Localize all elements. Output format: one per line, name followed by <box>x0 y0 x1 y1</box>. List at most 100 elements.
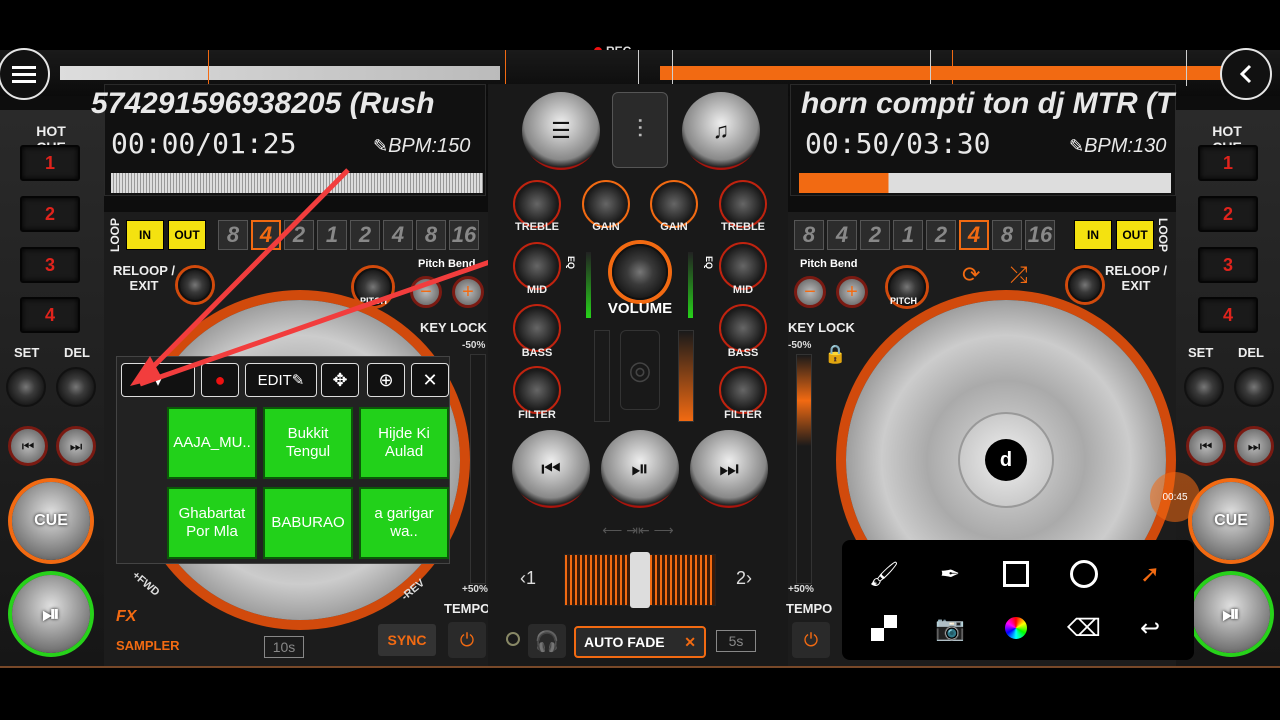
sync-button-left[interactable]: SYNC <box>378 624 436 656</box>
next-track-right[interactable]: ⏭ <box>690 430 768 508</box>
checker-icon[interactable] <box>866 610 902 646</box>
mid-knob-left[interactable] <box>513 242 561 290</box>
loop-size[interactable]: 2 <box>926 220 956 250</box>
filter-knob-left[interactable] <box>513 366 561 414</box>
dj-logo-icon: d <box>985 439 1027 481</box>
eraser-icon[interactable]: ⌫ <box>1066 610 1102 646</box>
hot-cue-4-left[interactable]: 4 <box>20 297 80 333</box>
loop-size[interactable]: 4 <box>827 220 857 250</box>
screen-recorder-bubble[interactable]: 00:45 <box>1150 472 1200 522</box>
key-lock-label-right: KEY LOCK <box>788 320 855 335</box>
channel-fader-left[interactable] <box>594 330 610 422</box>
prev-cue-right[interactable]: ⏮ <box>1186 426 1226 466</box>
highlighter-icon[interactable]: ✒ <box>932 556 968 592</box>
sync-loop-icon[interactable]: ⟳ <box>962 262 980 288</box>
waveform-left <box>60 66 500 80</box>
loop-size[interactable]: 16 <box>1025 220 1055 250</box>
del-label-right: DEL <box>1238 345 1264 360</box>
track-time-left: 00:00/01:25 <box>111 127 297 160</box>
crossfader-knob[interactable] <box>630 552 650 608</box>
loop-size[interactable]: 2 <box>860 220 890 250</box>
camera-icon[interactable]: 📷 <box>932 610 968 646</box>
del-knob-left[interactable] <box>56 367 96 407</box>
time-box-left[interactable]: 10s <box>264 636 304 658</box>
loop-in-right[interactable]: IN <box>1074 220 1112 250</box>
hot-cue-1-left[interactable]: 1 <box>20 145 80 181</box>
auto-fade-button[interactable]: AUTO FADE ✕ <box>574 626 706 658</box>
sampler-pad-4[interactable]: Ghabartat Por Mla <box>167 487 257 559</box>
loop-size[interactable]: 8 <box>794 220 824 250</box>
lock-icon[interactable]: 🔒 <box>824 344 846 365</box>
tempo-reset-right[interactable]: ⏻ <box>792 622 830 658</box>
cue-button-left[interactable]: CUE <box>12 482 90 560</box>
fade-time-box[interactable]: 5s <box>716 630 756 652</box>
library-button-left[interactable]: ☰ <box>522 92 600 170</box>
arrow-tool-icon[interactable]: ➚ <box>1132 556 1168 592</box>
sampler-pad-3[interactable]: Hijde Ki Aulad <box>359 407 449 479</box>
pitch-bend-minus-right[interactable]: − <box>794 276 826 308</box>
hot-cue-3-right[interactable]: 3 <box>1198 247 1258 283</box>
loop-size[interactable]: 4 <box>959 220 989 250</box>
back-button[interactable] <box>1220 48 1272 100</box>
sampler-label-left[interactable]: SAMPLER <box>116 638 180 653</box>
filter-knob-right[interactable] <box>719 366 767 414</box>
close-icon: ✕ <box>684 633 696 650</box>
set-knob-left[interactable] <box>6 367 46 407</box>
fx-label-left[interactable]: FX <box>116 608 136 626</box>
rectangle-icon[interactable] <box>998 556 1034 592</box>
hamburger-icon <box>12 66 36 83</box>
channel-fader-right[interactable] <box>678 330 694 422</box>
hot-cue-2-left[interactable]: 2 <box>20 196 80 232</box>
hot-cue-4-right[interactable]: 4 <box>1198 297 1258 333</box>
loop-size[interactable]: 1 <box>893 220 923 250</box>
skip-forward-icon: ⏭ <box>719 456 739 481</box>
menu-button[interactable] <box>0 48 50 100</box>
bass-knob-right[interactable] <box>719 304 767 352</box>
mini-waveform-right[interactable] <box>799 173 1171 193</box>
bass-label-left: BASS <box>521 347 553 359</box>
next-cue-left[interactable]: ⏭ <box>56 426 96 466</box>
prev-track-left[interactable]: ⏮ <box>512 430 590 508</box>
bpm-right[interactable]: ✎BPM:130 <box>1069 135 1166 158</box>
sampler-pad-6[interactable]: a garigar wa.. <box>359 487 449 559</box>
hot-cue-1-right[interactable]: 1 <box>1198 145 1258 181</box>
pitch-fader-right[interactable] <box>796 354 812 584</box>
circle-icon[interactable] <box>1066 556 1102 592</box>
brush-icon[interactable]: 🖌 <box>866 556 902 592</box>
pitch-bend-plus-right[interactable]: + <box>836 276 868 308</box>
tempo-reset-left[interactable]: ⏻ <box>448 622 486 658</box>
del-knob-right[interactable] <box>1234 367 1274 407</box>
play-pause-button-left[interactable]: ⏯ <box>12 575 90 653</box>
library-button-right[interactable]: ♫ <box>682 92 760 170</box>
cue-button-right[interactable]: CUE <box>1192 482 1270 560</box>
hot-cue-3-left[interactable]: 3 <box>20 247 80 283</box>
undo-icon[interactable]: ↩ <box>1132 610 1168 646</box>
master-volume-knob[interactable] <box>612 244 668 300</box>
hot-cue-2-right[interactable]: 2 <box>1198 196 1258 232</box>
bass-knob-left[interactable] <box>513 304 561 352</box>
crossfader-left-label: ‹1 <box>520 568 537 588</box>
pitch-bend-label-right: Pitch Bend <box>800 258 858 270</box>
shuffle-icon[interactable]: ⤮ <box>1010 262 1028 288</box>
app-logo-watermark: ◎ <box>620 330 660 410</box>
color-wheel-icon[interactable] <box>998 610 1034 646</box>
mixer-settings-button[interactable]: ⫶ <box>612 92 668 168</box>
reloop-button-right[interactable] <box>1068 268 1102 302</box>
prev-cue-left[interactable]: ⏮ <box>8 426 48 466</box>
bottom-bar <box>0 668 1280 720</box>
sampler-pad-1[interactable]: AAJA_MU.. <box>167 407 257 479</box>
next-cue-right[interactable]: ⏭ <box>1234 426 1274 466</box>
skip-forward-icon: ⏭ <box>1247 437 1261 454</box>
set-knob-right[interactable] <box>1184 367 1224 407</box>
loop-size[interactable]: 8 <box>992 220 1022 250</box>
loop-out-right[interactable]: OUT <box>1116 220 1154 250</box>
play-pause-center[interactable]: ⏯ <box>601 430 679 508</box>
sampler-pad-5[interactable]: BABURAO <box>263 487 353 559</box>
sampler-pad-2[interactable]: Bukkit Tengul <box>263 407 353 479</box>
headphone-cue-button[interactable]: 🎧 <box>528 624 566 658</box>
play-pause-button-right[interactable]: ⏯ <box>1192 575 1270 653</box>
pitch-bottom-right: +50% <box>788 584 814 595</box>
track-title-left: 574291596938205 (Rush <box>91 87 435 120</box>
bpm-left[interactable]: ✎BPM:150 <box>373 135 470 158</box>
mid-knob-right[interactable] <box>719 242 767 290</box>
